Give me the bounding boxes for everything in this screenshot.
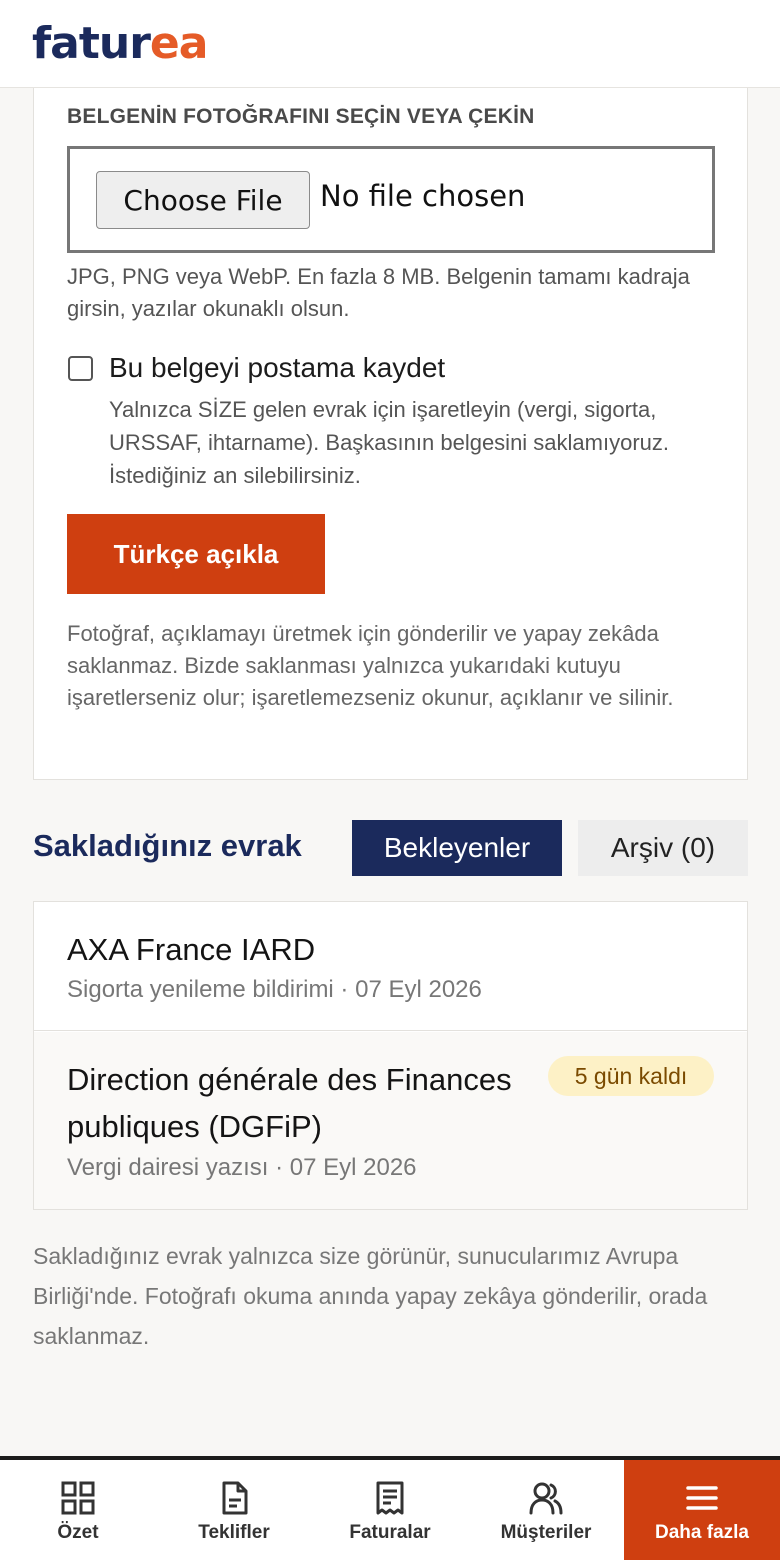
tab-archive[interactable]: Arşiv (0) [578,820,748,876]
nav-label: Faturalar [349,1522,431,1543]
logo-text-part1: fatur [32,18,151,69]
nav-item-customers[interactable]: Müşteriler [468,1460,624,1560]
nav-item-more[interactable]: Daha fazla [624,1460,780,1560]
list-item[interactable]: Direction générale des Finances publique… [34,1032,747,1209]
logo-text-part2: ea [149,18,209,69]
nav-label: Özet [57,1522,99,1543]
file-hint: JPG, PNG veya WebP. En fazla 8 MB. Belge… [67,264,690,321]
nav-item-quotes[interactable]: Teklifler [156,1460,312,1560]
save-to-mail-label[interactable]: Bu belgeyi postama kaydet [109,352,445,384]
file-input[interactable]: Choose File No file chosen [67,146,715,253]
nav-label: Müşteriler [500,1522,592,1543]
menu-icon [686,1486,718,1510]
receipt-icon [376,1481,404,1515]
bottom-nav: Özet Teklifler Faturalar Müşteriler Daha… [0,1456,780,1560]
deadline-badge: 5 gün kaldı [548,1056,714,1096]
document-meta: Vergi dairesi yazısı · 07 Eyl 2026 [67,1154,417,1181]
saved-documents-title: Sakladığınız evrak [33,828,302,863]
nav-item-invoices[interactable]: Faturalar [312,1460,468,1560]
faturea-logo[interactable]: faturea [32,16,209,72]
document-list: AXA France IARD Sigorta yenileme bildiri… [33,901,748,1210]
privacy-note: Fotoğraf, açıklamayı üretmek için gönder… [67,621,674,710]
app-header: faturea [0,0,780,88]
explain-in-turkish-button[interactable]: Türkçe açıkla [67,514,325,594]
grid-icon [61,1481,95,1515]
file-status: No file chosen [320,179,526,213]
document-icon [222,1481,248,1515]
nav-label: Teklifler [198,1522,270,1543]
save-to-mail-help: Yalnızca SİZE gelen evrak için işaretley… [109,397,670,488]
upload-card: BELGENİN FOTOĞRAFINI SEÇİN VEYA ÇEKİN Ch… [33,88,748,780]
choose-file-button[interactable]: Choose File [96,171,310,229]
upload-heading: BELGENİN FOTOĞRAFINI SEÇİN VEYA ÇEKİN [67,105,535,128]
users-icon [529,1482,563,1515]
storage-note: Sakladığınız evrak yalnızca size görünür… [33,1243,708,1349]
document-sender: AXA France IARD [67,932,316,967]
document-sender: Direction générale des Finances publique… [67,1062,512,1144]
nav-item-summary[interactable]: Özet [0,1460,156,1560]
nav-label: Daha fazla [655,1522,749,1543]
tab-pending[interactable]: Bekleyenler [352,820,562,876]
document-meta: Sigorta yenileme bildirimi · 07 Eyl 2026 [67,976,482,1003]
save-to-mail-checkbox[interactable] [68,356,93,381]
list-item[interactable]: AXA France IARD Sigorta yenileme bildiri… [34,902,747,1031]
